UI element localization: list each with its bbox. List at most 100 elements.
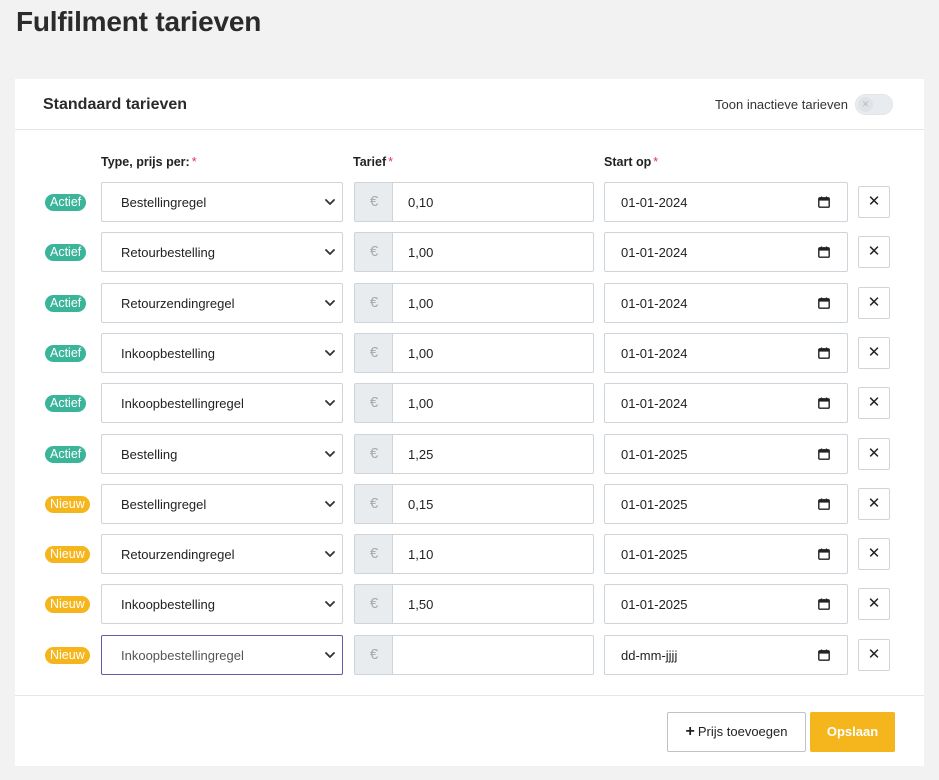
add-price-button[interactable]: + Prijs toevoegen [667, 712, 806, 752]
rates-card: Standaard tarieven Toon inactieve tariev… [15, 79, 924, 766]
toggle-label: Toon inactieve tarieven [715, 97, 848, 112]
rate-row: Nieuw Inkoopbestellingregel € dd-mm-jjjj ✕ [15, 634, 924, 675]
tarief-input[interactable]: 1,50 [392, 584, 594, 625]
type-select[interactable]: Inkoopbestelling [101, 332, 343, 373]
column-header-type-label: Type, prijs per: [101, 155, 190, 169]
start-date-input[interactable]: 01-01-2024 [604, 182, 848, 222]
type-select[interactable]: Retourbestelling [101, 232, 343, 273]
chevron-down-icon [325, 551, 335, 557]
tarief-input[interactable]: 1,00 [392, 282, 594, 323]
calendar-icon[interactable] [818, 397, 830, 410]
type-select[interactable]: Inkoopbestellingregel [101, 383, 343, 424]
tarief-input[interactable]: 1,10 [392, 534, 594, 575]
start-date-value: 01-01-2024 [621, 245, 688, 261]
delete-row-button[interactable]: ✕ [858, 236, 890, 269]
calendar-icon[interactable] [818, 448, 830, 460]
required-mark: * [388, 155, 393, 169]
tarief-input[interactable]: 1,00 [392, 332, 594, 373]
euro-addon: € [354, 232, 393, 273]
type-select[interactable]: Inkoopbestellingregel [101, 634, 343, 675]
required-mark: * [191, 155, 197, 169]
column-header-tarief-label: Tarief [353, 155, 387, 169]
type-select[interactable]: Bestelling [101, 433, 343, 474]
start-date-input[interactable]: dd-mm-jjjj [604, 634, 848, 675]
type-select[interactable]: Retourzendingregel [101, 282, 343, 323]
start-date-value: 01-01-2024 [621, 195, 688, 210]
calendar-icon[interactable] [818, 347, 830, 359]
start-date-value: 01-01-2025 [621, 597, 688, 613]
status-badge: Actief [45, 294, 87, 312]
status-badge: Actief [45, 344, 87, 362]
delete-row-button[interactable]: ✕ [858, 186, 890, 218]
tarief-input[interactable]: 0,10 [392, 182, 594, 222]
rate-row: Actief Retourbestelling €1,00 01-01-2024 ✕ [15, 232, 924, 273]
card-header: Standaard tarieven Toon inactieve tariev… [15, 79, 924, 130]
type-select-value: Bestellingregel [121, 195, 207, 210]
add-price-label: Prijs toevoegen [697, 724, 788, 739]
column-header-type: Type, prijs per: * [101, 155, 197, 169]
status-badge: Actief [45, 395, 87, 413]
rate-row: Nieuw Retourzendingregel €1,10 01-01-2025 ✕ [15, 534, 924, 575]
tarief-input[interactable]: 1,00 [392, 232, 594, 273]
start-date-value: 01-01-2024 [621, 345, 688, 361]
chevron-down-icon [325, 400, 335, 407]
start-date-input[interactable]: 01-01-2024 [604, 383, 848, 424]
calendar-icon[interactable] [818, 548, 830, 560]
calendar-icon[interactable] [818, 598, 830, 611]
type-select-value: Inkoopbestelling [121, 345, 215, 361]
column-header-start-label: Start op [604, 155, 652, 169]
calendar-icon[interactable] [818, 649, 830, 661]
delete-row-button[interactable]: ✕ [858, 437, 890, 470]
euro-addon: € [354, 634, 393, 675]
column-header-tarief: Tarief * [353, 155, 393, 169]
delete-row-button[interactable]: ✕ [858, 638, 890, 671]
tarief-input[interactable] [392, 634, 594, 675]
card-title: Standaard tarieven [43, 96, 188, 113]
rate-row: Actief Bestelling €1,25 01-01-2025 ✕ [15, 433, 924, 474]
close-icon: ✕ [867, 343, 881, 361]
close-icon: ✕ [867, 243, 881, 261]
start-date-value: 01-01-2024 [621, 295, 688, 311]
start-date-input[interactable]: 01-01-2024 [604, 232, 848, 273]
tarief-input[interactable]: 1,00 [392, 383, 594, 424]
chevron-down-icon [325, 199, 335, 205]
footer-divider [15, 695, 924, 696]
start-date-input[interactable]: 01-01-2024 [604, 282, 848, 323]
type-select-value: Inkoopbestellingregel [121, 647, 244, 663]
toggle-knob-x-icon: ✕ [858, 97, 873, 112]
delete-row-button[interactable]: ✕ [858, 538, 890, 571]
start-date-input[interactable]: 01-01-2025 [604, 584, 848, 625]
start-date-value: 01-01-2025 [621, 547, 688, 563]
type-select[interactable]: Bestellingregel [101, 182, 343, 222]
start-date-input[interactable]: 01-01-2024 [604, 332, 848, 373]
save-button[interactable]: Opslaan [810, 712, 895, 752]
start-date-input[interactable]: 01-01-2025 [604, 433, 848, 474]
rate-row: Nieuw Bestellingregel €0,15 01-01-2025 ✕ [15, 483, 924, 524]
type-select-value: Bestellingregel [121, 496, 207, 512]
euro-addon: € [354, 584, 393, 625]
calendar-icon[interactable] [818, 297, 830, 309]
start-date-input[interactable]: 01-01-2025 [604, 534, 848, 575]
euro-addon: € [354, 534, 393, 575]
type-select[interactable]: Retourzendingregel [101, 534, 343, 575]
tarief-input[interactable]: 1,25 [392, 433, 594, 474]
delete-row-button[interactable]: ✕ [858, 387, 890, 420]
delete-row-button[interactable]: ✕ [858, 588, 890, 621]
calendar-icon[interactable] [818, 498, 830, 510]
status-badge: Actief [45, 445, 87, 463]
delete-row-button[interactable]: ✕ [858, 286, 890, 319]
calendar-icon[interactable] [818, 246, 830, 259]
type-select[interactable]: Inkoopbestelling [101, 584, 343, 625]
calendar-icon[interactable] [818, 196, 830, 208]
delete-row-button[interactable]: ✕ [858, 487, 890, 520]
start-date-input[interactable]: 01-01-2025 [604, 483, 848, 524]
status-badge: Actief [45, 244, 87, 262]
status-badge: Nieuw [45, 546, 90, 564]
tarief-input[interactable]: 0,15 [392, 483, 594, 524]
delete-row-button[interactable]: ✕ [858, 336, 890, 369]
close-icon: ✕ [867, 293, 881, 311]
inactive-rates-toggle[interactable]: ✕ [855, 94, 893, 115]
plus-icon: + [685, 723, 695, 740]
type-select[interactable]: Bestellingregel [101, 483, 343, 524]
status-badge: Nieuw [45, 646, 90, 664]
